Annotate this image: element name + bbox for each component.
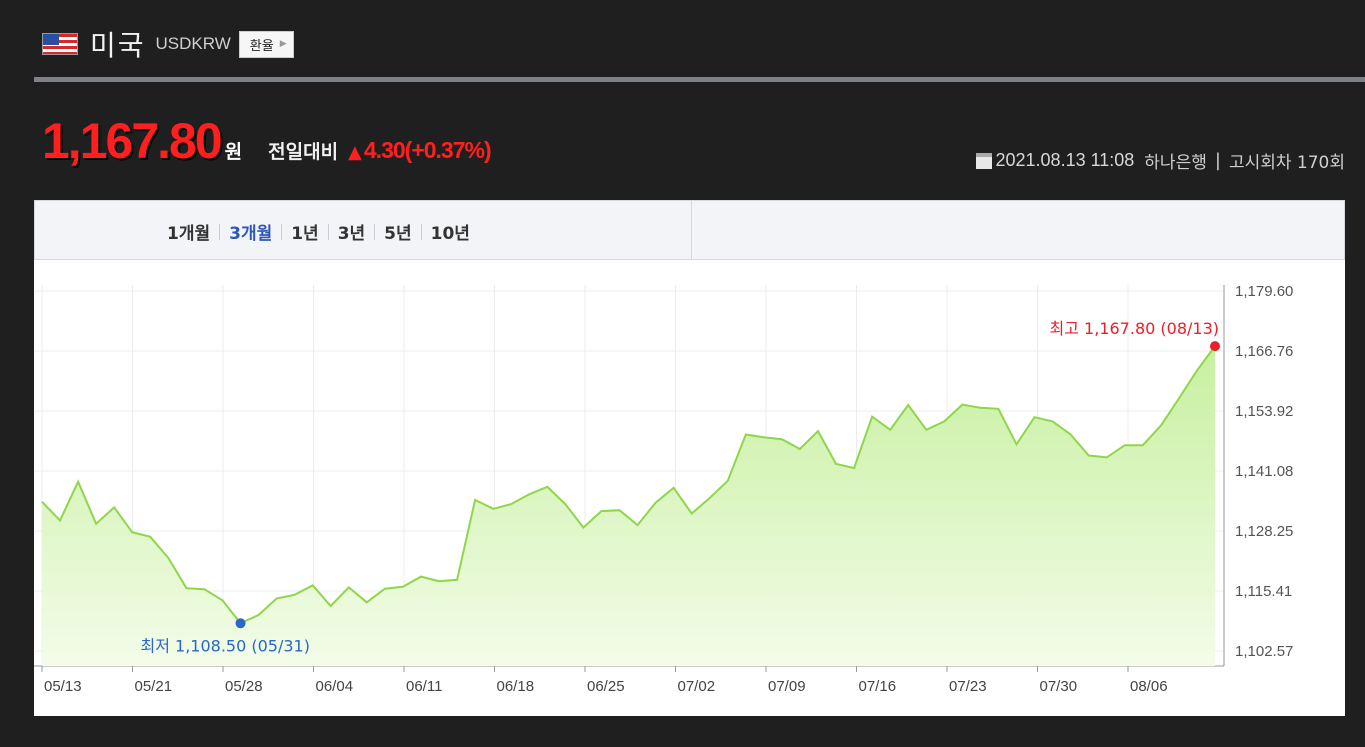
- tab-period[interactable]: 5년: [384, 219, 411, 244]
- calendar-icon: [975, 152, 992, 169]
- tab-period[interactable]: 1년: [291, 219, 318, 244]
- chart-panel: 1개월 3개월 1년 3년 5년 10년 1,179.60 1,166.76 1,153.92…: [34, 200, 1345, 716]
- period-tabs: 1개월 3개월 1년 3년 5년 10년: [167, 219, 470, 244]
- y-tick-label: 1,179.60: [1235, 283, 1293, 300]
- currency-code: USDKRW: [155, 34, 231, 53]
- compare-label: 전일대비: [268, 141, 339, 163]
- price-row: 1,167.80 원 전일대비 ▲ 4.30 (+0.37%): [42, 112, 492, 170]
- low-marker: [235, 618, 246, 629]
- tab-period[interactable]: 3년: [338, 219, 365, 244]
- tab-period[interactable]: 1개월: [167, 219, 210, 244]
- x-tick-label: 08/06: [1130, 678, 1168, 695]
- y-tick-label: 1,141.08: [1235, 463, 1293, 480]
- header-divider: [34, 77, 1365, 82]
- x-tick-label: 07/23: [949, 678, 987, 695]
- tabbar-divider: [691, 201, 692, 259]
- tab-separator: [281, 223, 283, 240]
- high-label: 최고 1,167.80 (08/13): [1050, 319, 1219, 338]
- x-tick-label: 05/28: [225, 678, 263, 695]
- y-tick-label: 1,102.57: [1235, 643, 1293, 660]
- x-tick-label: 06/18: [497, 678, 535, 695]
- country-name: 미국: [90, 29, 146, 62]
- exchange-button[interactable]: 환율 ▶: [238, 30, 294, 58]
- change-percent: (+0.37%): [404, 137, 492, 163]
- area-fill: [42, 346, 1215, 666]
- quote-info: 2021.08.13 11:08 하나은행 | 고시회차 170회: [975, 148, 1345, 173]
- period-tabbar: 1개월 3개월 1년 3년 5년 10년: [34, 200, 1345, 260]
- x-tick-label: 06/25: [587, 678, 625, 695]
- quote-round: 고시회차 170회: [1228, 153, 1345, 173]
- x-tick-label: 07/09: [768, 678, 806, 695]
- up-triangle-icon: ▲: [348, 142, 362, 163]
- tab-period[interactable]: 10년: [431, 219, 470, 244]
- tab-separator: [374, 223, 376, 240]
- tab-separator: [219, 223, 221, 240]
- tab-separator: [327, 223, 329, 240]
- price-unit: 원: [224, 141, 243, 163]
- arrow-right-icon: ▶: [279, 39, 287, 49]
- x-tick-label: 07/02: [678, 678, 716, 695]
- price-value: 1,167.80: [42, 113, 223, 169]
- x-tick-label: 07/16: [859, 678, 897, 695]
- x-tick-label: 07/30: [1040, 678, 1078, 695]
- high-marker: [1210, 341, 1220, 352]
- x-tick-label: 06/11: [406, 678, 442, 695]
- tab-period[interactable]: 3개월: [229, 219, 272, 244]
- change-value: 4.30: [363, 137, 406, 163]
- x-tick-label: 05/21: [135, 678, 173, 695]
- x-tick-label: 05/13: [44, 678, 82, 695]
- quote-datetime: 2021.08.13 11:08: [995, 150, 1135, 170]
- exchange-rate-chart: 1,179.60 1,166.76 1,153.92 1,141.08 1,128.25…: [34, 283, 1293, 695]
- low-label: 최저 1,108.50 (05/31): [141, 636, 310, 655]
- y-tick-label: 1,153.92: [1235, 403, 1293, 420]
- y-tick-label: 1,166.76: [1235, 343, 1293, 360]
- info-separator: |: [1214, 150, 1221, 171]
- quote-bank: 하나은행: [1144, 153, 1207, 173]
- us-flag-icon: [42, 33, 78, 55]
- header: 미국 USDKRW 환율 ▶: [42, 22, 294, 66]
- y-tick-label: 1,128.25: [1235, 523, 1293, 540]
- y-tick-label: 1,115.41: [1235, 583, 1292, 600]
- tab-separator: [420, 223, 422, 240]
- exchange-button-label: 환율: [249, 38, 274, 54]
- x-tick-label: 06/04: [316, 678, 354, 695]
